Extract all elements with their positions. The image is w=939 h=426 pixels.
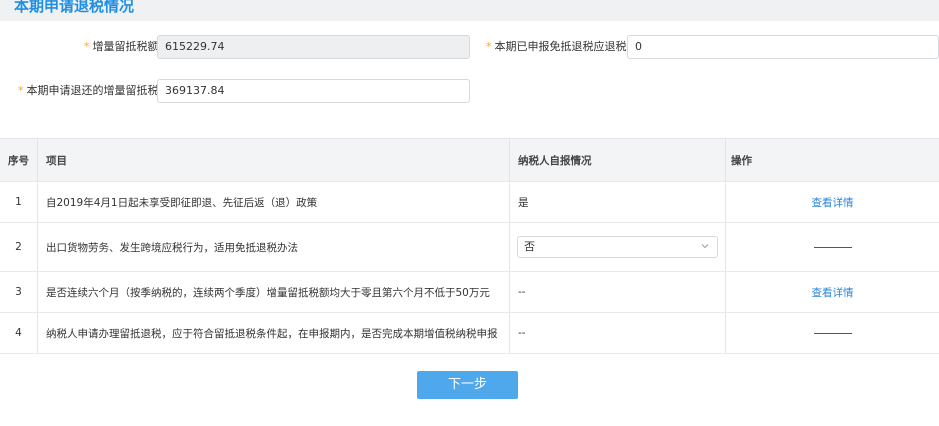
row-action: 查看详情 [725,272,939,312]
header-action: 操作 [725,139,939,181]
row-no: 1 [15,196,22,208]
apply-refund-credit-field[interactable]: 369137.84 [157,79,470,103]
declared-exempt-credit-label: * 本期已申报免抵退税应退税额： [486,40,649,53]
table-row: 3 是否连续六个月（按季纳税的，连续两个季度）增量留抵税额均大于零且第六个月不低… [0,272,939,313]
row-no: 3 [15,286,22,298]
row-item: 是否连续六个月（按季纳税的，连续两个季度）增量留抵税额均大于零且第六个月不低于5… [37,272,509,312]
row-action [725,313,939,353]
header-no: 序号 [8,154,29,167]
row-self-report: 是 [509,182,725,222]
self-report-select[interactable]: 否 [517,236,718,258]
table-row: 4 纳税人申请办理留抵退税，应于符合留抵退税条件起，在申报期内，是否完成本期增值… [0,313,939,354]
section-header: 本期申请退税情况 [0,0,939,21]
header-item: 项目 [37,139,509,181]
no-action-dash [813,246,852,248]
row-item: 出口货物劳务、发生跨境应税行为，适用免抵退税办法 [37,223,509,271]
view-details-link[interactable]: 查看详情 [812,285,854,300]
required-star-icon: * [84,40,90,53]
next-step-button[interactable]: 下一步 [417,371,518,399]
table-row: 1 自2019年4月1日起未享受即征即退、先征后返（退）政策 是 查看详情 [0,182,939,223]
required-star-icon: * [18,84,24,97]
row-item: 自2019年4月1日起未享受即征即退、先征后返（退）政策 [37,182,509,222]
row-no: 4 [15,327,22,339]
row-self-report: -- [509,272,725,312]
table-header-row: 序号 项目 纳税人自报情况 操作 [0,139,939,182]
row-item: 纳税人申请办理留抵退税，应于符合留抵退税条件起，在申报期内，是否完成本期增值税纳… [37,313,509,353]
declared-exempt-credit-field[interactable]: 0 [627,35,939,59]
row-no: 2 [15,241,22,253]
incremental-credit-field[interactable]: 615229.74 [157,35,470,59]
row-self-report: 否 [509,223,725,271]
refund-conditions-table: 序号 项目 纳税人自报情况 操作 1 自2019年4月1日起未享受即征即退、先征… [0,138,939,354]
row-self-report: -- [509,313,725,353]
row-action [725,223,939,271]
no-action-dash [813,332,852,334]
row-action: 查看详情 [725,182,939,222]
header-self-report: 纳税人自报情况 [509,139,725,181]
section-title: 本期申请退税情况 [14,0,135,15]
chevron-down-icon [701,244,709,249]
table-row: 2 出口货物劳务、发生跨境应税行为，适用免抵退税办法 否 [0,223,939,272]
self-report-select-value: 否 [524,240,535,253]
required-star-icon: * [486,40,492,53]
view-details-link[interactable]: 查看详情 [812,195,854,210]
